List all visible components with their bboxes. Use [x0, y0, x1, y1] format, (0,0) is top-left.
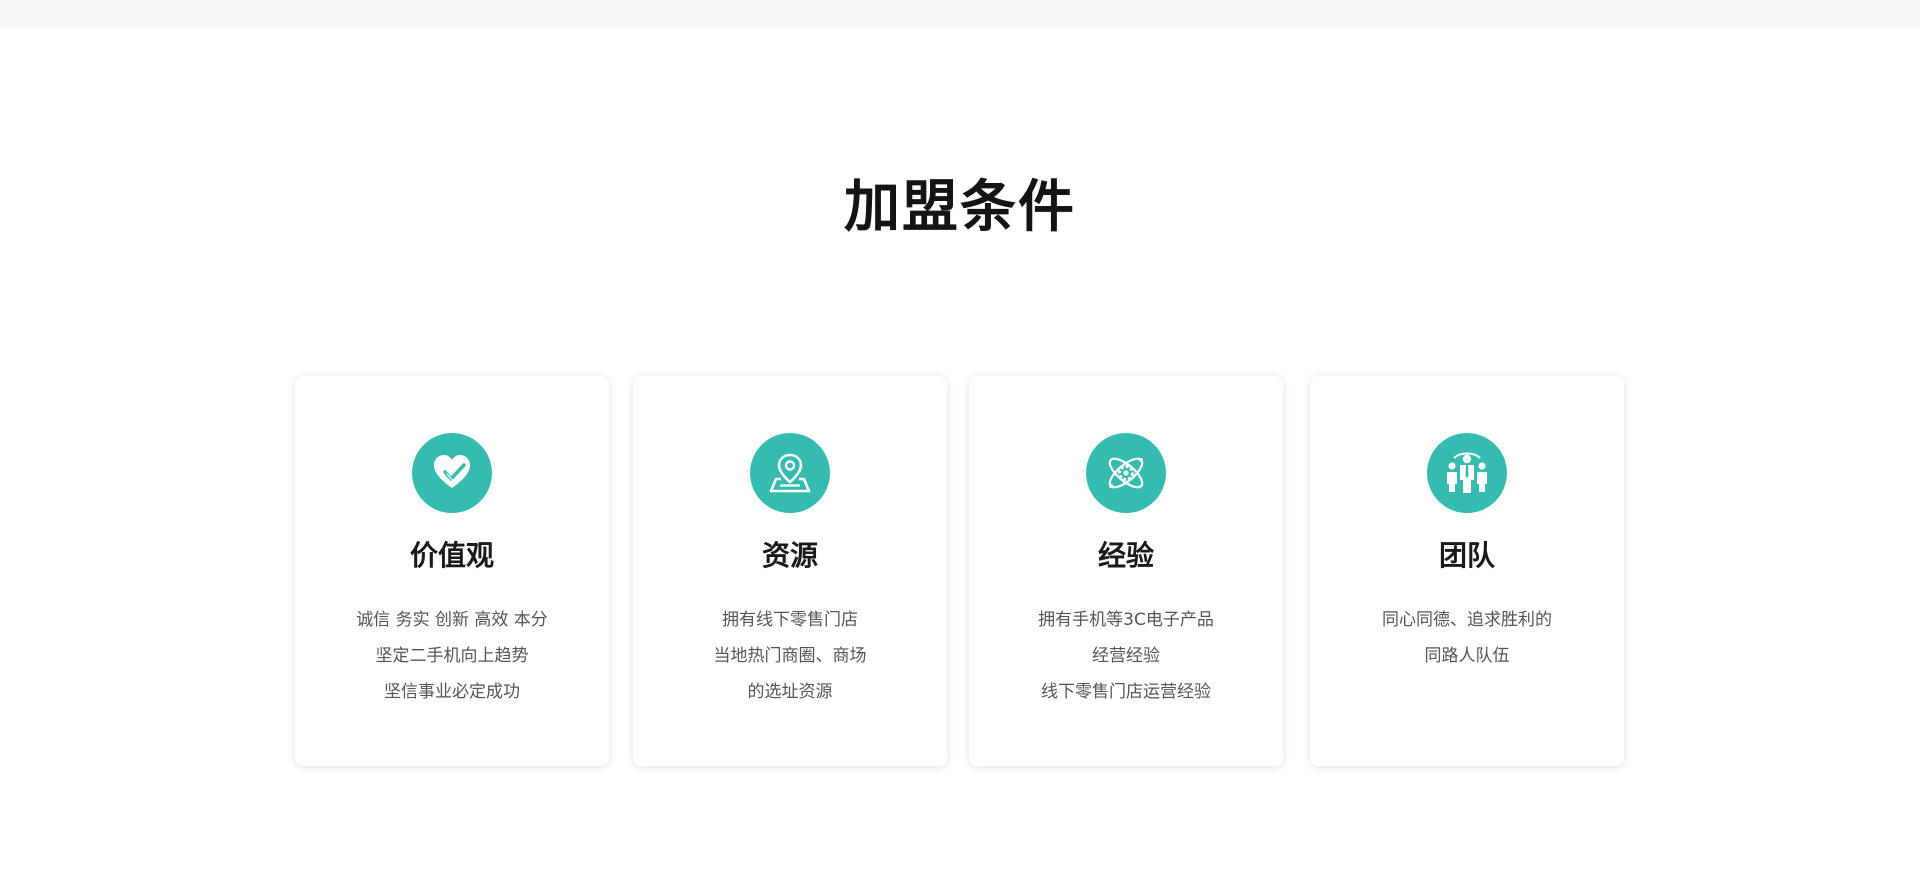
card-line: 的选址资源: [747, 682, 833, 702]
section-title: 加盟条件: [844, 175, 1076, 240]
card-experience: 经验 拥有手机等3C电子产品 经营经验 线下零售门店运营经验: [969, 376, 1283, 766]
map-pin-icon: [750, 433, 830, 513]
card-description: 同心同德、追求胜利的 同路人队伍: [1310, 602, 1624, 674]
card-line: 同路人队伍: [1424, 646, 1510, 666]
card-line: 坚定二手机向上趋势: [375, 646, 529, 666]
card-description: 拥有线下零售门店 当地热门商圈、商场 的选址资源: [633, 602, 947, 710]
card-resources: 资源 拥有线下零售门店 当地热门商圈、商场 的选址资源: [633, 376, 947, 766]
card-line: 线下零售门店运营经验: [1041, 682, 1211, 702]
card-line: 同心同德、追求胜利的: [1382, 610, 1552, 630]
card-line: 坚信事业必定成功: [384, 682, 520, 702]
card-line: 当地热门商圈、商场: [713, 646, 867, 666]
card-description: 拥有手机等3C电子产品 经营经验 线下零售门店运营经验: [969, 602, 1283, 710]
card-values: 价值观 诚信 务实 创新 高效 本分 坚定二手机向上趋势 坚信事业必定成功: [295, 376, 609, 766]
card-description: 诚信 务实 创新 高效 本分 坚定二手机向上趋势 坚信事业必定成功: [295, 602, 609, 710]
card-line: 经营经验: [1092, 646, 1160, 666]
card-title: 经验: [1097, 539, 1154, 572]
card-line: 拥有线下零售门店: [722, 610, 858, 630]
card-title: 资源: [761, 539, 818, 572]
atom-gear-icon: [1086, 433, 1166, 513]
top-strip: [0, 0, 1920, 29]
card-line: 诚信 务实 创新 高效 本分: [356, 610, 548, 630]
card-line: 拥有手机等3C电子产品: [1038, 610, 1214, 630]
heart-check-icon: [412, 433, 492, 513]
card-title: 团队: [1438, 539, 1495, 572]
card-team: 团队 同心同德、追求胜利的 同路人队伍: [1310, 376, 1624, 766]
team-people-icon: [1427, 433, 1507, 513]
card-title: 价值观: [409, 539, 494, 572]
